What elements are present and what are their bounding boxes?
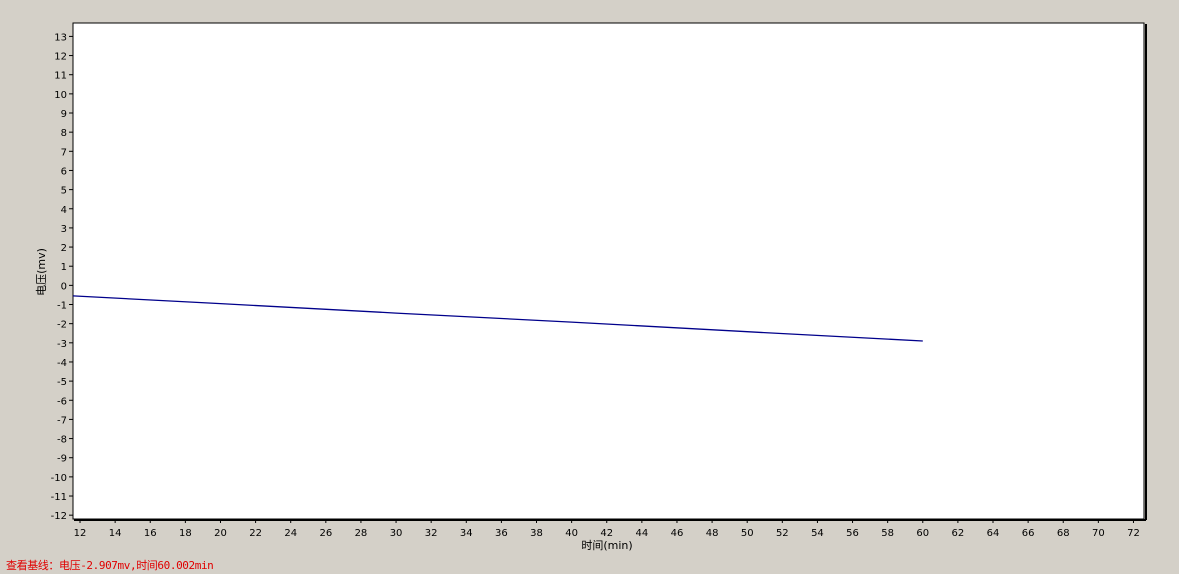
x-tick-label: 64 [987, 528, 1000, 539]
x-tick-label: 14 [109, 528, 122, 539]
y-tick-label: -3 [57, 339, 67, 350]
x-tick-label: 52 [776, 528, 789, 539]
y-tick-label: 9 [61, 109, 67, 120]
x-tick-label: 16 [144, 528, 157, 539]
x-axis-ticks: 12 14 16 18 20 22 24 26 28 30 32 34 36 38 40 42 44 46 48 50… [74, 519, 1140, 539]
y-tick-label: 1 [61, 262, 67, 273]
x-tick-label: 56 [846, 528, 859, 539]
x-tick-label: 26 [319, 528, 332, 539]
x-tick-label: 54 [811, 528, 824, 539]
y-tick-label: -8 [57, 435, 67, 446]
y-tick-label: 13 [54, 32, 67, 43]
x-tick-label: 36 [495, 528, 508, 539]
x-tick-label: 68 [1057, 528, 1070, 539]
x-tick-label: 66 [1022, 528, 1035, 539]
x-tick-label: 34 [460, 528, 473, 539]
x-tick-label: 18 [179, 528, 192, 539]
x-tick-label: 40 [565, 528, 578, 539]
y-tick-label: 0 [61, 281, 67, 292]
y-tick-label: 3 [61, 224, 67, 235]
y-tick-label: -1 [57, 301, 67, 312]
y-tick-label: -2 [57, 320, 67, 331]
x-tick-label: 72 [1127, 528, 1140, 539]
x-tick-label: 12 [74, 528, 87, 539]
y-tick-label: -6 [57, 396, 67, 407]
y-tick-label: 12 [54, 52, 67, 63]
y-tick-label: 5 [61, 186, 67, 197]
x-tick-label: 46 [671, 528, 684, 539]
x-tick-label: 50 [741, 528, 754, 539]
y-tick-label: 7 [61, 147, 67, 158]
x-tick-label: 28 [355, 528, 368, 539]
y-tick-label: -7 [57, 415, 67, 426]
x-tick-label: 62 [952, 528, 965, 539]
y-tick-label: -5 [57, 377, 67, 388]
y-tick-label: 8 [61, 128, 67, 139]
y-tick-label: 11 [54, 71, 67, 82]
y-tick-label: -9 [57, 454, 67, 465]
y-tick-label: -10 [51, 473, 67, 484]
status-bar-text: 查看基线：电压-2.907mv,时间60.002min [6, 559, 214, 572]
x-tick-label: 44 [635, 528, 648, 539]
y-tick-label: -11 [51, 492, 67, 503]
x-tick-label: 48 [706, 528, 719, 539]
y-axis-ticks: 131211109876543210-1-2-3-4-5-6-7-8-9-10-… [51, 32, 73, 522]
x-tick-label: 20 [214, 528, 227, 539]
x-tick-label: 60 [916, 528, 929, 539]
y-axis-title: 电压(mv) [35, 248, 48, 296]
x-tick-label: 32 [425, 528, 438, 539]
y-tick-label: 6 [61, 166, 67, 177]
plot-area [72, 22, 1145, 520]
x-tick-label: 58 [881, 528, 894, 539]
chart: 131211109876543210-1-2-3-4-5-6-7-8-9-10-… [35, 22, 1147, 552]
x-tick-label: 22 [249, 528, 262, 539]
y-tick-label: -12 [51, 511, 67, 522]
x-tick-label: 70 [1092, 528, 1105, 539]
x-tick-label: 30 [390, 528, 403, 539]
x-axis-title: 时间(min) [581, 539, 632, 552]
y-tick-label: 2 [61, 243, 67, 254]
y-tick-label: -4 [57, 358, 67, 369]
x-tick-label: 42 [600, 528, 613, 539]
x-tick-label: 38 [530, 528, 543, 539]
x-tick-label: 24 [284, 528, 297, 539]
y-tick-label: 4 [61, 205, 67, 216]
y-tick-label: 10 [54, 90, 67, 101]
